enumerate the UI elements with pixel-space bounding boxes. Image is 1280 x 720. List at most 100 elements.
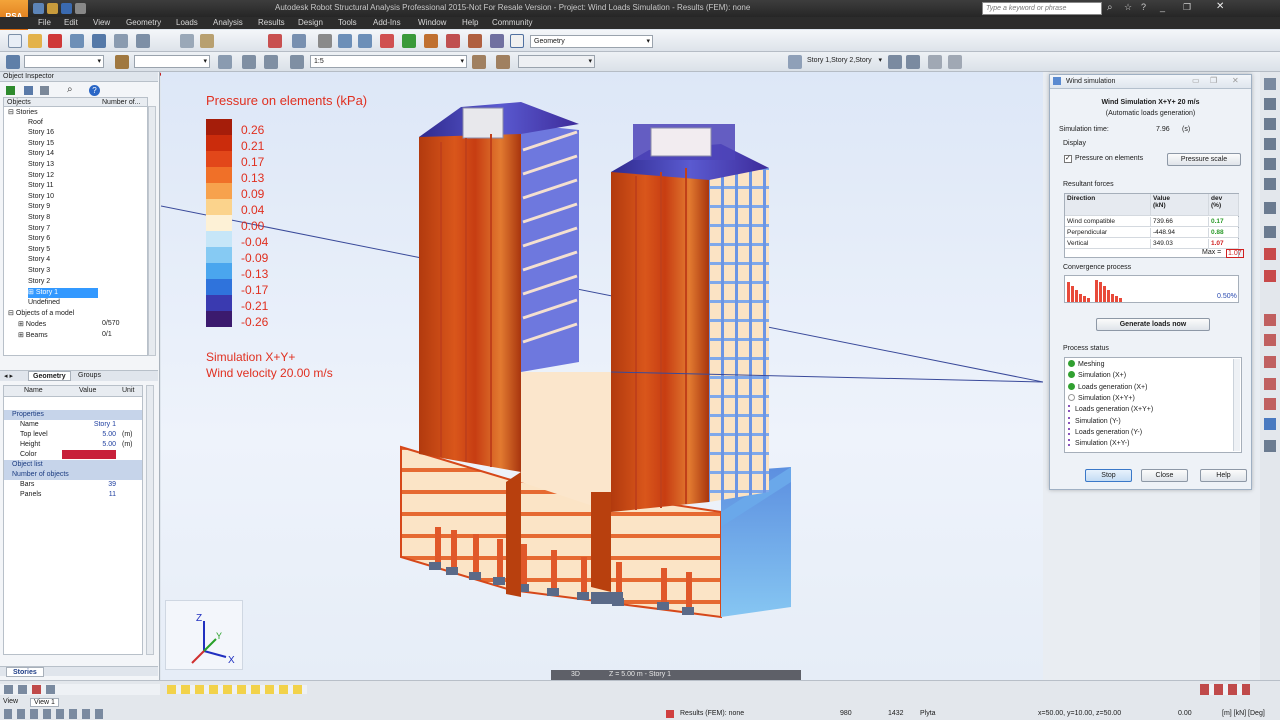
level-icon[interactable] (290, 55, 304, 69)
menu-file[interactable]: File (38, 18, 51, 27)
filter-icon[interactable] (6, 86, 15, 95)
structure-tool-icon[interactable] (1264, 98, 1276, 110)
print-icon[interactable] (70, 34, 84, 48)
grid-icon[interactable] (4, 685, 13, 694)
tree-item[interactable]: ⊞ Beams 0/1 (18, 331, 112, 341)
save-icon[interactable] (48, 34, 62, 48)
qat-new-icon[interactable] (33, 3, 44, 14)
menu-help[interactable]: Help (462, 18, 478, 27)
menu-edit[interactable]: Edit (64, 18, 78, 27)
grid-tool-icon[interactable] (1264, 334, 1276, 346)
props-value[interactable] (62, 450, 116, 459)
zoom-icon[interactable] (338, 34, 352, 48)
menu-geometry[interactable]: Geometry (126, 18, 161, 27)
layout-select[interactable]: Geometry ▾ (530, 35, 653, 48)
tree-item[interactable]: Story 4 (28, 256, 50, 266)
combination-select[interactable]: ▾ (518, 55, 595, 68)
story-view-icon[interactable] (948, 55, 962, 69)
case-select[interactable]: ▾ (24, 55, 104, 68)
zoom-window-icon[interactable] (358, 34, 372, 48)
menu-addins[interactable]: Add-Ins (373, 18, 401, 27)
nodes-icon[interactable] (402, 34, 416, 48)
paste-icon[interactable] (200, 34, 214, 48)
tree-item[interactable]: Story 9 (28, 203, 50, 213)
menu-community[interactable]: Community (492, 18, 532, 27)
props-value[interactable]: 39 (62, 480, 116, 489)
expand-icon[interactable]: ⊞ (18, 321, 24, 328)
frame-tool-icon[interactable] (1264, 378, 1276, 390)
qat-open-icon[interactable] (47, 3, 58, 14)
search-icon[interactable]: ⌕ (1107, 2, 1113, 13)
restore-icon[interactable]: ❐ (1183, 2, 1191, 13)
tab-geometry[interactable]: Geometry (28, 371, 71, 381)
bar-tool-icon[interactable] (1264, 202, 1276, 214)
process-scrollbar[interactable] (1233, 359, 1240, 451)
screen-icon[interactable] (292, 34, 306, 48)
props-value[interactable]: 11 (62, 490, 116, 499)
tree-item[interactable]: ⊟ Stories (8, 108, 38, 118)
open-icon[interactable] (28, 34, 42, 48)
menu-results[interactable]: Results (258, 18, 285, 27)
pressure-scale-button[interactable]: Pressure scale (1167, 153, 1241, 166)
props-value[interactable]: 5.00 (62, 430, 116, 439)
tree-item[interactable]: Story 16 (28, 129, 54, 139)
help-button[interactable]: Help (1200, 469, 1247, 482)
tree-item[interactable]: Story 8 (28, 214, 50, 224)
props-row[interactable]: Panels 11 (4, 490, 142, 500)
tree-item[interactable]: Story 12 (28, 172, 54, 182)
qat-save-icon[interactable] (61, 3, 72, 14)
view-tool-icon[interactable] (1264, 78, 1276, 90)
stop-button[interactable]: Stop (1085, 469, 1132, 482)
close-icon[interactable]: ✕ (1232, 76, 1239, 85)
scale-select[interactable]: 1:5 ▾ (310, 55, 467, 68)
minimize-icon[interactable]: _ (1160, 2, 1165, 12)
axis-icon[interactable] (6, 55, 20, 69)
tables-icon[interactable] (268, 34, 282, 48)
section-tool-icon[interactable] (1264, 118, 1276, 130)
print-icon[interactable] (46, 685, 55, 694)
menu-design[interactable]: Design (298, 18, 323, 27)
support-tool-icon[interactable] (1264, 226, 1276, 238)
props-row[interactable]: Height 5.00 (m) (4, 440, 142, 450)
stories-icon[interactable] (788, 55, 802, 69)
collapse-icon[interactable]: ⊟ (8, 310, 14, 317)
story-up-icon[interactable] (888, 55, 902, 69)
expand-icon[interactable]: ⊞ (28, 289, 34, 296)
story-down-icon[interactable] (906, 55, 920, 69)
story-table-icon[interactable] (928, 55, 942, 69)
props-section[interactable]: Number of objects (4, 470, 142, 480)
close-icon[interactable]: ✕ (1216, 1, 1224, 12)
tree-item[interactable]: Story 7 (28, 225, 50, 235)
communication-icon[interactable]: ☆ (1124, 2, 1132, 13)
search-input[interactable]: Type a keyword or phrase (982, 2, 1102, 15)
props-row[interactable]: Bars 39 (4, 480, 142, 490)
view-level[interactable]: Z = 5.00 m - Story 1 (609, 671, 671, 678)
new-icon[interactable] (8, 34, 22, 48)
status-view1-tab[interactable]: View 1 (30, 698, 59, 707)
find-icon[interactable]: ⌕ (67, 84, 73, 95)
dialog-titlebar[interactable]: Wind simulation ▭ ❐ ✕ (1050, 75, 1251, 89)
props-section[interactable]: Object list (4, 460, 142, 470)
view-mode[interactable]: 3D (571, 671, 580, 678)
cladding-tool-icon[interactable] (1264, 356, 1276, 368)
object-tree[interactable]: ⊟ Stories Roof Story 16 Story 15 Story 14 Stor… (3, 106, 148, 356)
export-icon[interactable] (92, 34, 106, 48)
tree-item[interactable]: ⊟ Objects of a model (8, 309, 74, 319)
tree-item[interactable]: Story 6 (28, 235, 50, 245)
load-tool-icon[interactable] (1264, 248, 1276, 260)
menu-loads[interactable]: Loads (176, 18, 198, 27)
section-icon[interactable] (115, 55, 129, 69)
settings-tool-icon[interactable] (1264, 440, 1276, 452)
section-select[interactable]: ▾ (134, 55, 210, 68)
layout-icon[interactable] (510, 34, 524, 48)
props-scrollbar[interactable] (146, 385, 154, 655)
display-icon[interactable] (32, 685, 41, 694)
view-status-bar[interactable]: 3D Z = 5.00 m - Story 1 (551, 670, 801, 680)
tree-item[interactable]: Roof (28, 119, 43, 129)
props-row[interactable]: Name Story 1 (4, 420, 142, 430)
structure-icon[interactable] (380, 34, 394, 48)
help-icon[interactable]: ? (1141, 2, 1146, 12)
tree-item[interactable]: Story 10 (28, 193, 54, 203)
preview-icon[interactable] (114, 34, 128, 48)
props-row[interactable]: Color (4, 450, 142, 460)
